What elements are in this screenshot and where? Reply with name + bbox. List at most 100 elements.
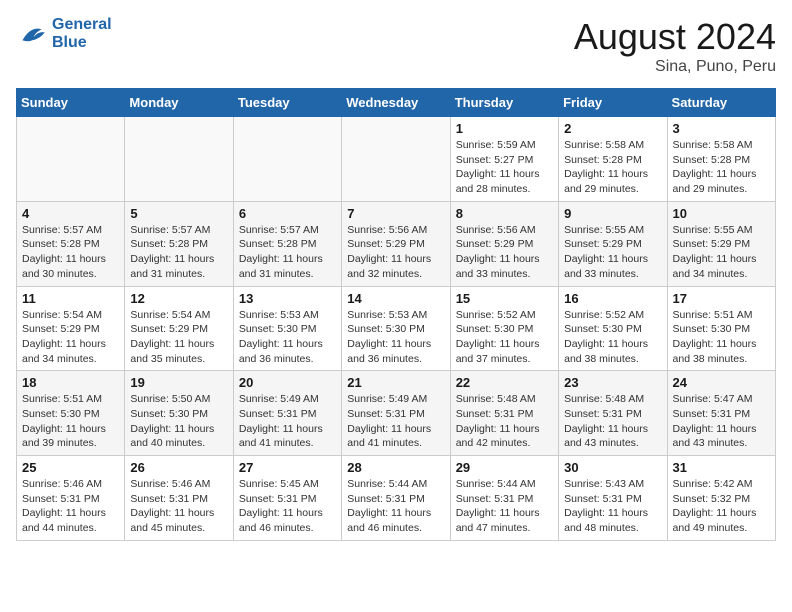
calendar-cell: 23 Sunrise: 5:48 AM Sunset: 5:31 PM Dayl…: [559, 371, 667, 456]
calendar-cell: 20 Sunrise: 5:49 AM Sunset: 5:31 PM Dayl…: [233, 371, 341, 456]
day-number: 15: [456, 291, 553, 306]
day-number: 23: [564, 375, 661, 390]
day-number: 13: [239, 291, 336, 306]
day-info: Sunrise: 5:57 AM Sunset: 5:28 PM Dayligh…: [22, 223, 119, 282]
day-info: Sunrise: 5:48 AM Sunset: 5:31 PM Dayligh…: [564, 392, 661, 451]
calendar-cell: 17 Sunrise: 5:51 AM Sunset: 5:30 PM Dayl…: [667, 286, 775, 371]
header-sunday: Sunday: [17, 89, 125, 117]
logo: General Blue: [16, 16, 112, 52]
calendar-week-4: 18 Sunrise: 5:51 AM Sunset: 5:30 PM Dayl…: [17, 371, 776, 456]
day-info: Sunrise: 5:45 AM Sunset: 5:31 PM Dayligh…: [239, 477, 336, 536]
calendar-cell: 12 Sunrise: 5:54 AM Sunset: 5:29 PM Dayl…: [125, 286, 233, 371]
calendar-cell: 5 Sunrise: 5:57 AM Sunset: 5:28 PM Dayli…: [125, 201, 233, 286]
day-number: 3: [673, 121, 770, 136]
day-info: Sunrise: 5:55 AM Sunset: 5:29 PM Dayligh…: [564, 223, 661, 282]
day-number: 28: [347, 460, 444, 475]
header-tuesday: Tuesday: [233, 89, 341, 117]
calendar-cell: 31 Sunrise: 5:42 AM Sunset: 5:32 PM Dayl…: [667, 456, 775, 541]
day-number: 12: [130, 291, 227, 306]
day-number: 19: [130, 375, 227, 390]
day-info: Sunrise: 5:57 AM Sunset: 5:28 PM Dayligh…: [130, 223, 227, 282]
day-info: Sunrise: 5:52 AM Sunset: 5:30 PM Dayligh…: [564, 308, 661, 367]
day-number: 5: [130, 206, 227, 221]
day-info: Sunrise: 5:53 AM Sunset: 5:30 PM Dayligh…: [347, 308, 444, 367]
day-number: 22: [456, 375, 553, 390]
calendar-cell: 10 Sunrise: 5:55 AM Sunset: 5:29 PM Dayl…: [667, 201, 775, 286]
page-header: General Blue August 2024 Sina, Puno, Per…: [16, 16, 776, 76]
day-info: Sunrise: 5:59 AM Sunset: 5:27 PM Dayligh…: [456, 138, 553, 197]
calendar-cell: [342, 117, 450, 202]
day-number: 27: [239, 460, 336, 475]
calendar-cell: 24 Sunrise: 5:47 AM Sunset: 5:31 PM Dayl…: [667, 371, 775, 456]
header-monday: Monday: [125, 89, 233, 117]
title-block: August 2024 Sina, Puno, Peru: [574, 16, 776, 76]
calendar-cell: 27 Sunrise: 5:45 AM Sunset: 5:31 PM Dayl…: [233, 456, 341, 541]
day-info: Sunrise: 5:51 AM Sunset: 5:30 PM Dayligh…: [22, 392, 119, 451]
weekday-header-row: Sunday Monday Tuesday Wednesday Thursday…: [17, 89, 776, 117]
calendar-table: Sunday Monday Tuesday Wednesday Thursday…: [16, 88, 776, 541]
calendar-week-1: 1 Sunrise: 5:59 AM Sunset: 5:27 PM Dayli…: [17, 117, 776, 202]
header-wednesday: Wednesday: [342, 89, 450, 117]
day-number: 17: [673, 291, 770, 306]
day-number: 10: [673, 206, 770, 221]
day-info: Sunrise: 5:52 AM Sunset: 5:30 PM Dayligh…: [456, 308, 553, 367]
calendar-cell: 19 Sunrise: 5:50 AM Sunset: 5:30 PM Dayl…: [125, 371, 233, 456]
day-info: Sunrise: 5:57 AM Sunset: 5:28 PM Dayligh…: [239, 223, 336, 282]
month-title: August 2024: [574, 16, 776, 58]
calendar-cell: 30 Sunrise: 5:43 AM Sunset: 5:31 PM Dayl…: [559, 456, 667, 541]
day-number: 8: [456, 206, 553, 221]
day-info: Sunrise: 5:54 AM Sunset: 5:29 PM Dayligh…: [130, 308, 227, 367]
day-number: 20: [239, 375, 336, 390]
logo-text: General Blue: [52, 16, 112, 52]
calendar-week-2: 4 Sunrise: 5:57 AM Sunset: 5:28 PM Dayli…: [17, 201, 776, 286]
day-info: Sunrise: 5:55 AM Sunset: 5:29 PM Dayligh…: [673, 223, 770, 282]
calendar-cell: 3 Sunrise: 5:58 AM Sunset: 5:28 PM Dayli…: [667, 117, 775, 202]
day-info: Sunrise: 5:49 AM Sunset: 5:31 PM Dayligh…: [239, 392, 336, 451]
calendar-cell: 18 Sunrise: 5:51 AM Sunset: 5:30 PM Dayl…: [17, 371, 125, 456]
day-info: Sunrise: 5:58 AM Sunset: 5:28 PM Dayligh…: [564, 138, 661, 197]
calendar-cell: 13 Sunrise: 5:53 AM Sunset: 5:30 PM Dayl…: [233, 286, 341, 371]
calendar-cell: 22 Sunrise: 5:48 AM Sunset: 5:31 PM Dayl…: [450, 371, 558, 456]
day-info: Sunrise: 5:46 AM Sunset: 5:31 PM Dayligh…: [22, 477, 119, 536]
header-friday: Friday: [559, 89, 667, 117]
calendar-cell: 4 Sunrise: 5:57 AM Sunset: 5:28 PM Dayli…: [17, 201, 125, 286]
day-number: 26: [130, 460, 227, 475]
calendar-cell: 21 Sunrise: 5:49 AM Sunset: 5:31 PM Dayl…: [342, 371, 450, 456]
location-subtitle: Sina, Puno, Peru: [574, 58, 776, 76]
day-info: Sunrise: 5:49 AM Sunset: 5:31 PM Dayligh…: [347, 392, 444, 451]
calendar-cell: 15 Sunrise: 5:52 AM Sunset: 5:30 PM Dayl…: [450, 286, 558, 371]
day-number: 14: [347, 291, 444, 306]
calendar-cell: 7 Sunrise: 5:56 AM Sunset: 5:29 PM Dayli…: [342, 201, 450, 286]
calendar-cell: 29 Sunrise: 5:44 AM Sunset: 5:31 PM Dayl…: [450, 456, 558, 541]
day-info: Sunrise: 5:50 AM Sunset: 5:30 PM Dayligh…: [130, 392, 227, 451]
calendar-cell: [125, 117, 233, 202]
calendar-cell: 1 Sunrise: 5:59 AM Sunset: 5:27 PM Dayli…: [450, 117, 558, 202]
day-info: Sunrise: 5:53 AM Sunset: 5:30 PM Dayligh…: [239, 308, 336, 367]
day-number: 30: [564, 460, 661, 475]
day-number: 31: [673, 460, 770, 475]
day-info: Sunrise: 5:48 AM Sunset: 5:31 PM Dayligh…: [456, 392, 553, 451]
calendar-cell: 28 Sunrise: 5:44 AM Sunset: 5:31 PM Dayl…: [342, 456, 450, 541]
day-info: Sunrise: 5:44 AM Sunset: 5:31 PM Dayligh…: [456, 477, 553, 536]
day-info: Sunrise: 5:44 AM Sunset: 5:31 PM Dayligh…: [347, 477, 444, 536]
logo-icon: [16, 18, 48, 50]
calendar-cell: 6 Sunrise: 5:57 AM Sunset: 5:28 PM Dayli…: [233, 201, 341, 286]
day-number: 25: [22, 460, 119, 475]
calendar-cell: 9 Sunrise: 5:55 AM Sunset: 5:29 PM Dayli…: [559, 201, 667, 286]
header-thursday: Thursday: [450, 89, 558, 117]
day-number: 29: [456, 460, 553, 475]
calendar-cell: 11 Sunrise: 5:54 AM Sunset: 5:29 PM Dayl…: [17, 286, 125, 371]
day-info: Sunrise: 5:42 AM Sunset: 5:32 PM Dayligh…: [673, 477, 770, 536]
day-number: 2: [564, 121, 661, 136]
day-number: 21: [347, 375, 444, 390]
day-info: Sunrise: 5:47 AM Sunset: 5:31 PM Dayligh…: [673, 392, 770, 451]
day-number: 1: [456, 121, 553, 136]
day-number: 18: [22, 375, 119, 390]
calendar-cell: 14 Sunrise: 5:53 AM Sunset: 5:30 PM Dayl…: [342, 286, 450, 371]
calendar-cell: 16 Sunrise: 5:52 AM Sunset: 5:30 PM Dayl…: [559, 286, 667, 371]
header-saturday: Saturday: [667, 89, 775, 117]
day-info: Sunrise: 5:56 AM Sunset: 5:29 PM Dayligh…: [456, 223, 553, 282]
calendar-week-5: 25 Sunrise: 5:46 AM Sunset: 5:31 PM Dayl…: [17, 456, 776, 541]
calendar-week-3: 11 Sunrise: 5:54 AM Sunset: 5:29 PM Dayl…: [17, 286, 776, 371]
day-number: 7: [347, 206, 444, 221]
